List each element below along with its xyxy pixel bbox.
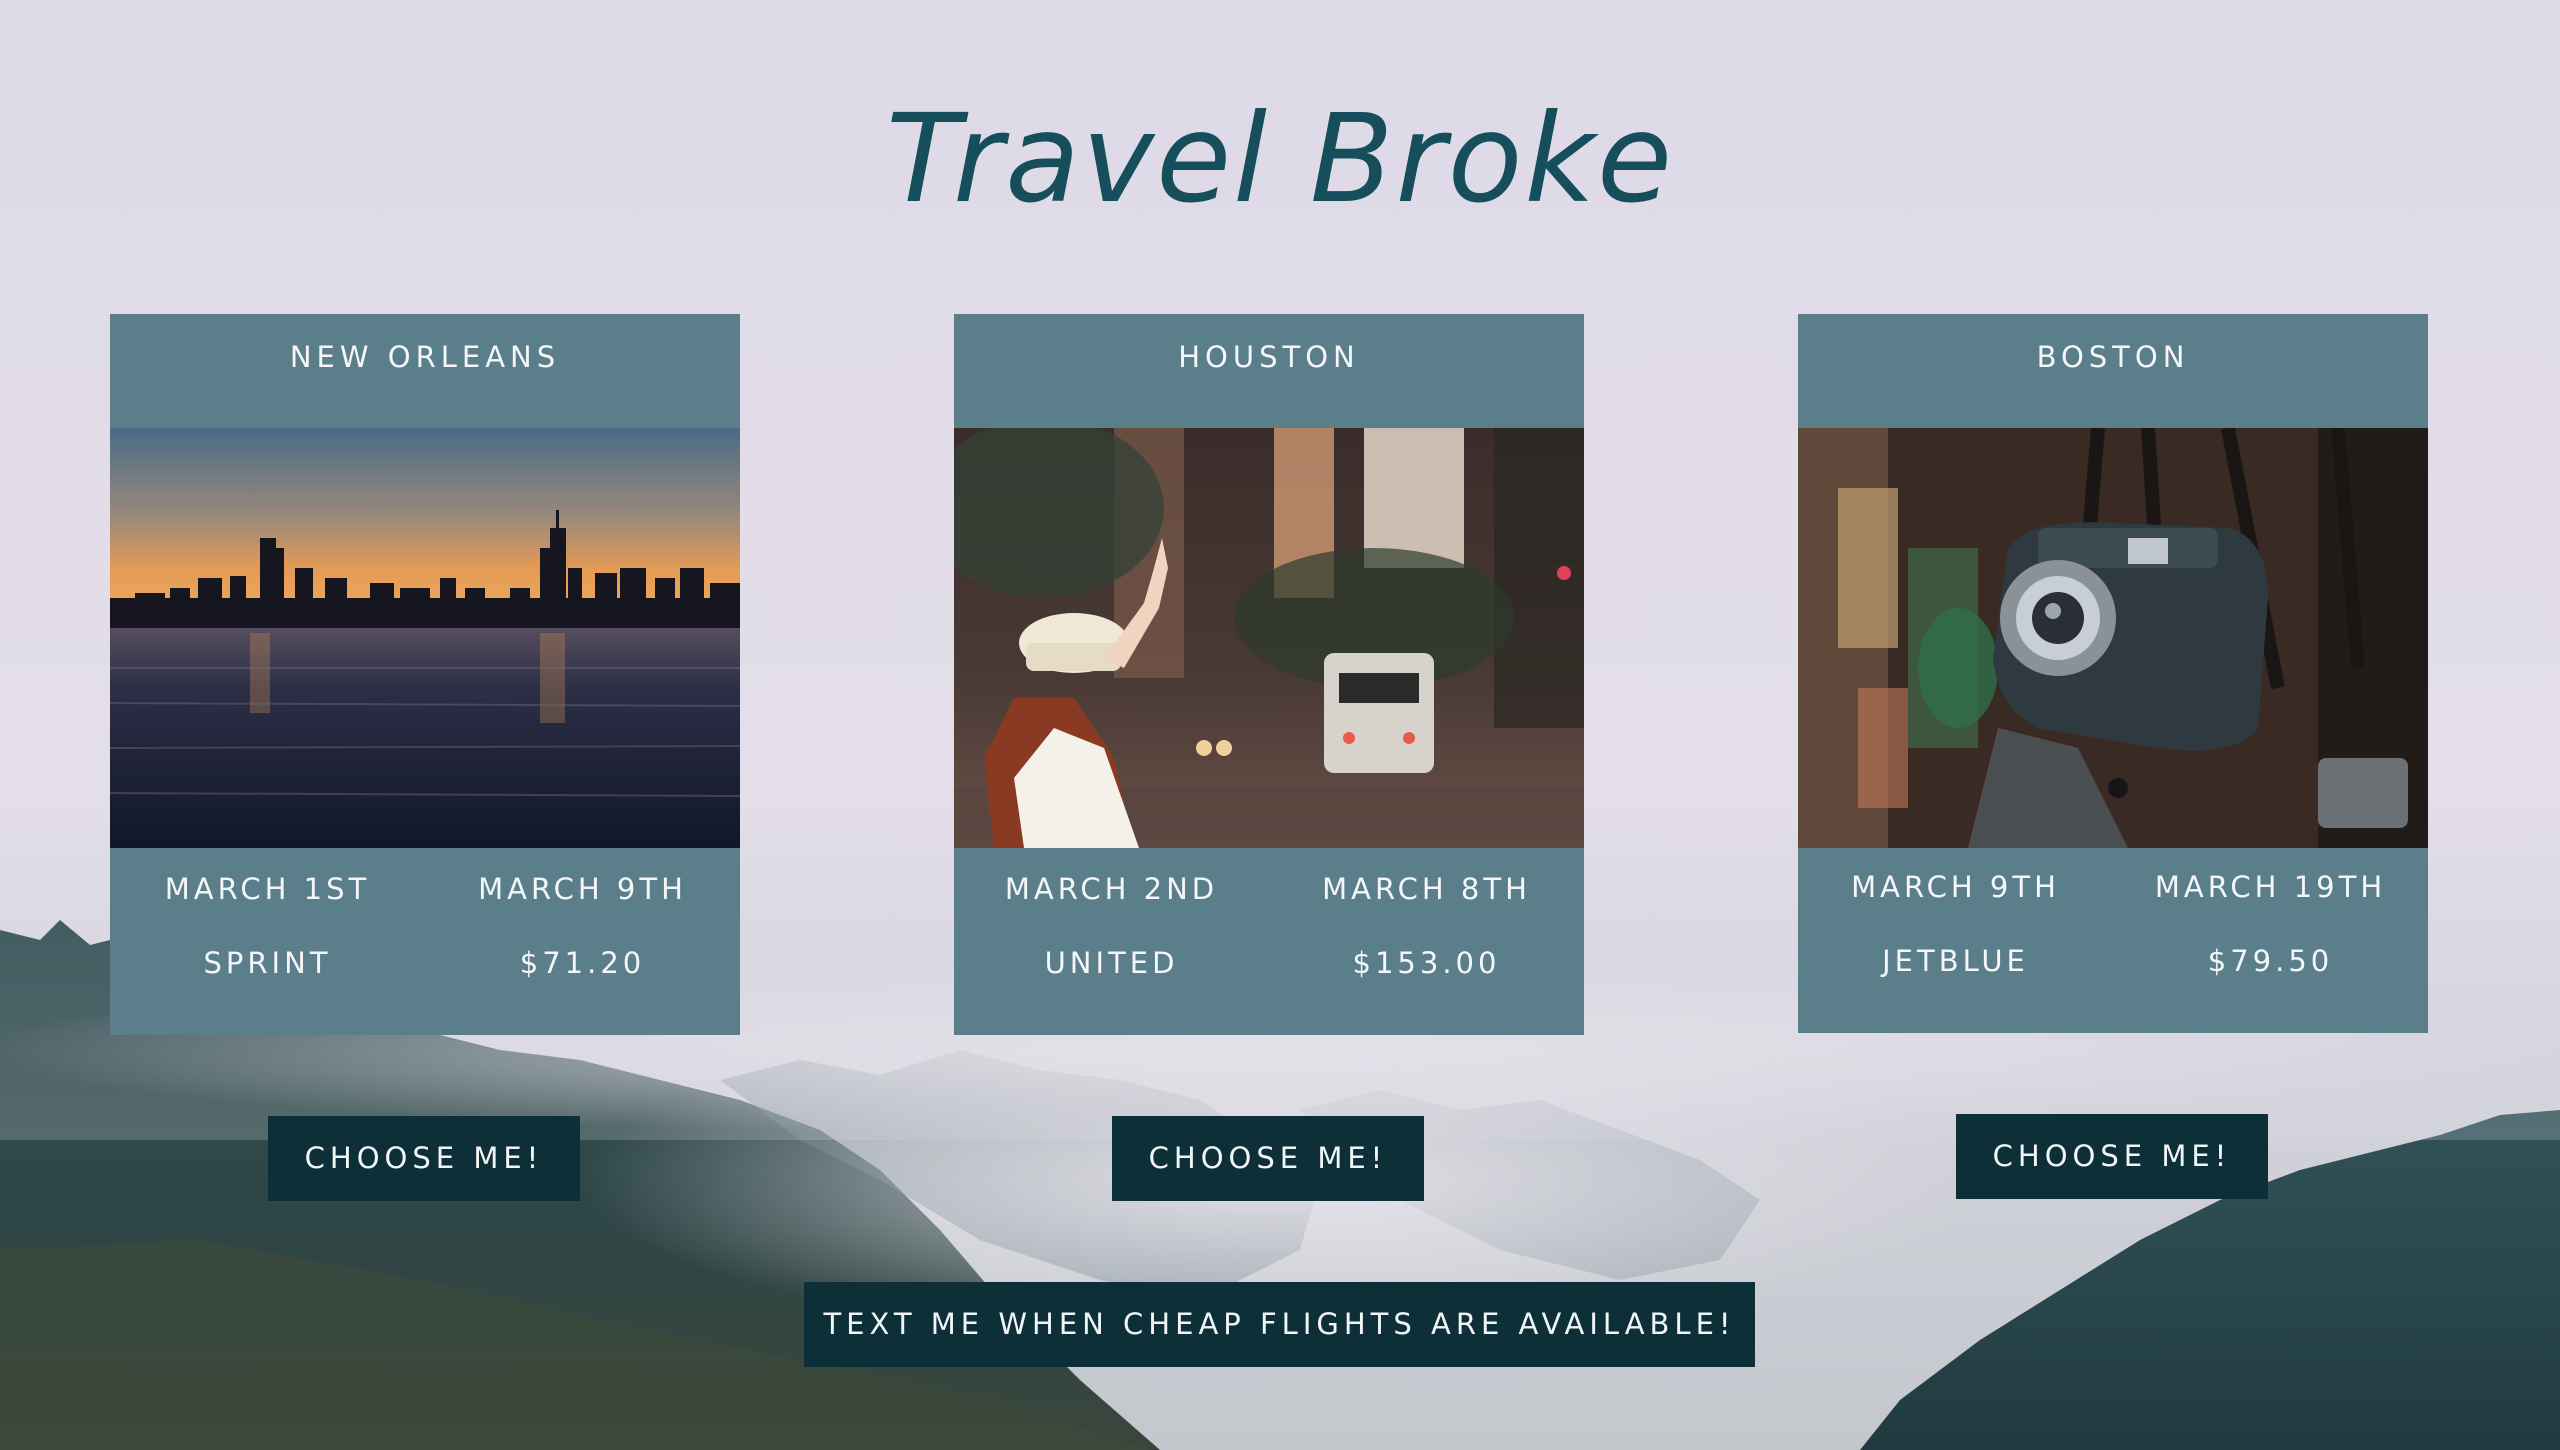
- destination-card-new-orleans: NEW ORLEANS MARCH 1ST MARCH 9TH SPRINT $…: [110, 314, 740, 1035]
- card-city-name: NEW ORLEANS: [289, 340, 561, 374]
- flight-price: $79.50: [2207, 944, 2334, 978]
- woman-in-city-street-photo: [954, 428, 1584, 848]
- depart-date: MARCH 2ND: [1004, 872, 1219, 906]
- depart-date: MARCH 9TH: [1851, 870, 2060, 904]
- text-me-cheap-flights-button[interactable]: TEXT ME WHEN CHEAP FLIGHTS ARE AVAILABLE…: [804, 1282, 1755, 1367]
- card-city-name: HOUSTON: [1178, 340, 1360, 374]
- city-skyline-sunset-photo: [110, 428, 740, 848]
- return-date: MARCH 19TH: [2154, 870, 2387, 904]
- card-city-name: BOSTON: [2036, 340, 2190, 374]
- choose-boston-button[interactable]: CHOOSE ME!: [1956, 1114, 2268, 1199]
- destination-card-boston: BOSTON MARCH 9TH MARCH 19TH JETBLUE $79.…: [1798, 314, 2428, 1033]
- airline-name: JETBLUE: [1882, 944, 2029, 978]
- vintage-cameras-photo: [1798, 428, 2428, 848]
- page: Travel Broke NEW ORLEANS MARCH 1ST MARCH…: [0, 0, 2560, 1450]
- depart-date: MARCH 1ST: [164, 872, 371, 906]
- page-title: Travel Broke: [885, 88, 1675, 230]
- choose-houston-button[interactable]: CHOOSE ME!: [1112, 1116, 1424, 1201]
- destination-card-houston: HOUSTON MARCH 2ND MARCH 8TH UNITED $153.…: [954, 314, 1584, 1035]
- return-date: MARCH 8TH: [1322, 872, 1531, 906]
- flight-price: $71.20: [519, 946, 646, 980]
- return-date: MARCH 9TH: [478, 872, 687, 906]
- airline-name: UNITED: [1044, 946, 1179, 980]
- choose-new-orleans-button[interactable]: CHOOSE ME!: [268, 1116, 580, 1201]
- flight-price: $153.00: [1352, 946, 1501, 980]
- airline-name: SPRINT: [203, 946, 332, 980]
